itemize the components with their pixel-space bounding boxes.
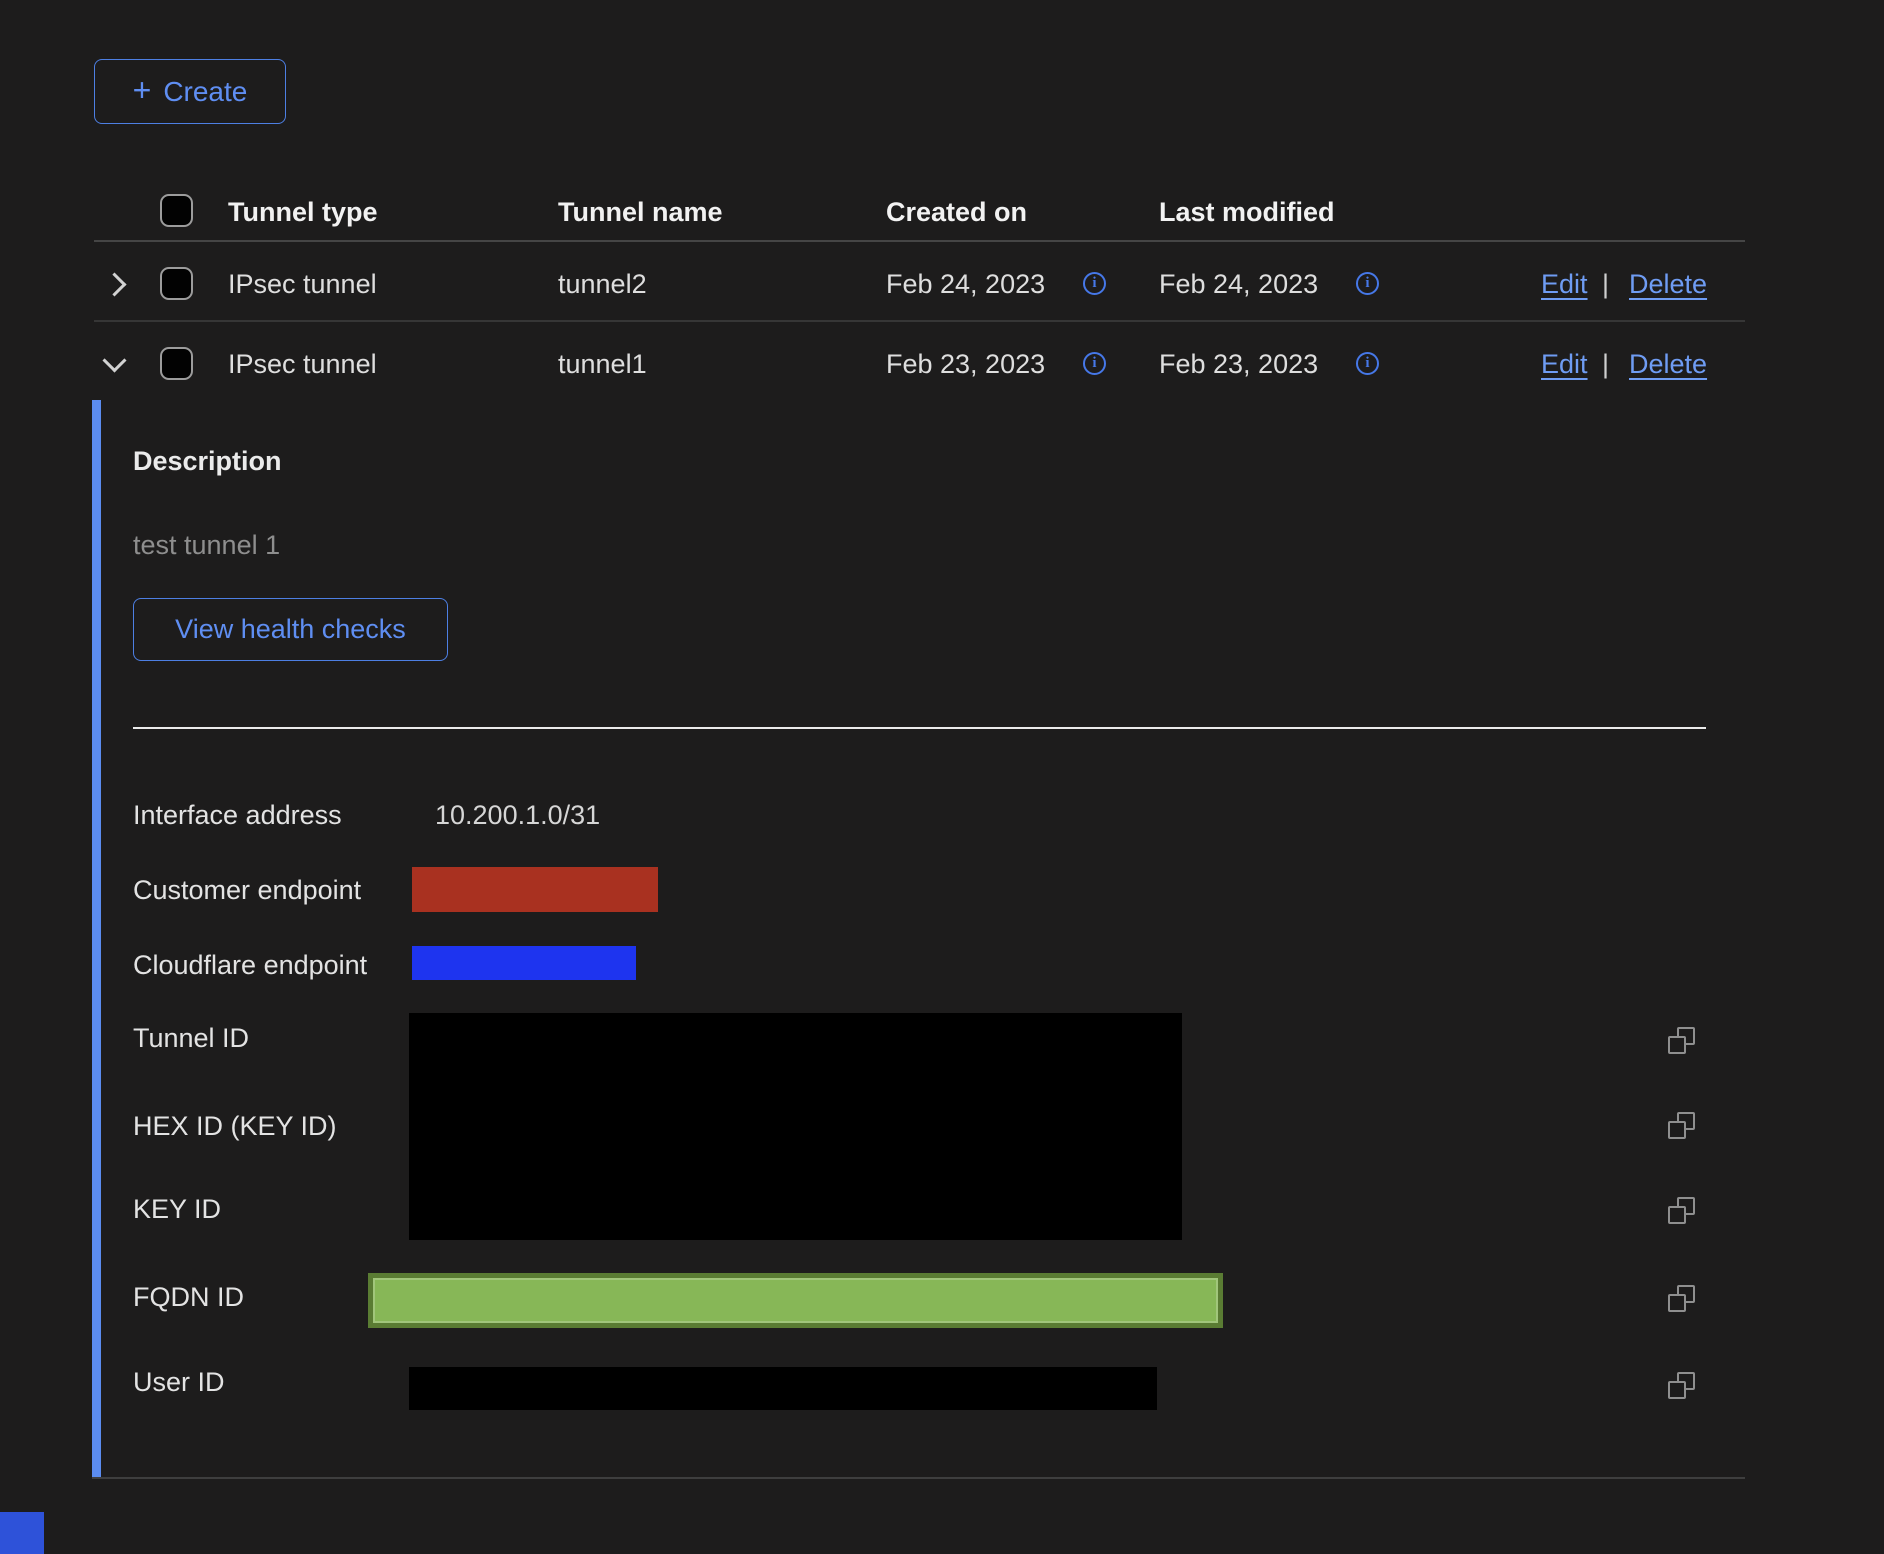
header-divider — [94, 240, 1745, 242]
last-modified-cell: Feb 23, 2023 — [1159, 347, 1318, 381]
description-value: test tunnel 1 — [133, 528, 280, 562]
create-button-label: Create — [163, 76, 247, 108]
info-icon[interactable]: i — [1356, 272, 1379, 295]
link-separator: | — [1602, 267, 1609, 301]
interface-address-value: 10.200.1.0/31 — [435, 798, 600, 832]
create-button[interactable]: + Create — [94, 59, 286, 124]
edit-link[interactable]: Edit — [1541, 267, 1588, 301]
delete-link[interactable]: Delete — [1629, 347, 1707, 381]
created-on-cell: Feb 24, 2023 — [886, 267, 1045, 301]
interface-address-label: Interface address — [133, 798, 342, 832]
copy-icon[interactable] — [1668, 1372, 1695, 1399]
column-header-created-on: Created on — [886, 195, 1027, 229]
customer-endpoint-redaction — [412, 867, 658, 912]
chevron-down-icon[interactable] — [102, 348, 126, 372]
column-header-last-modified: Last modified — [1159, 195, 1335, 229]
info-icon[interactable]: i — [1083, 272, 1106, 295]
row-checkbox[interactable] — [160, 347, 193, 380]
last-modified-cell: Feb 24, 2023 — [1159, 267, 1318, 301]
tunnel-name-cell: tunnel1 — [558, 347, 647, 381]
row-accent-bar — [92, 400, 101, 1478]
link-separator: | — [1602, 347, 1609, 381]
tunnel-type-cell: IPsec tunnel — [228, 267, 377, 301]
row-checkbox[interactable] — [160, 267, 193, 300]
view-health-checks-button[interactable]: View health checks — [133, 598, 448, 661]
description-label: Description — [133, 444, 282, 478]
fqdn-id-redaction — [368, 1273, 1223, 1328]
copy-icon[interactable] — [1668, 1112, 1695, 1139]
hex-id-label: HEX ID (KEY ID) — [133, 1109, 337, 1143]
select-all-checkbox[interactable] — [160, 194, 193, 227]
ids-redaction-block — [409, 1013, 1182, 1240]
delete-link[interactable]: Delete — [1629, 267, 1707, 301]
chevron-right-icon[interactable] — [102, 272, 126, 296]
customer-endpoint-label: Customer endpoint — [133, 873, 361, 907]
edit-link[interactable]: Edit — [1541, 347, 1588, 381]
tunnel-id-label: Tunnel ID — [133, 1021, 249, 1055]
info-icon[interactable]: i — [1356, 352, 1379, 375]
copy-icon[interactable] — [1668, 1197, 1695, 1224]
key-id-label: KEY ID — [133, 1192, 221, 1226]
created-on-cell: Feb 23, 2023 — [886, 347, 1045, 381]
tunnel-name-cell: tunnel2 — [558, 267, 647, 301]
tunnel-type-cell: IPsec tunnel — [228, 347, 377, 381]
row-divider — [94, 320, 1745, 322]
copy-icon[interactable] — [1668, 1285, 1695, 1312]
fqdn-id-label: FQDN ID — [133, 1280, 244, 1314]
section-divider — [133, 727, 1706, 729]
panel-bottom-divider — [92, 1477, 1745, 1479]
column-header-tunnel-type: Tunnel type — [228, 195, 378, 229]
copy-icon[interactable] — [1668, 1027, 1695, 1054]
user-id-label: User ID — [133, 1365, 225, 1399]
bottom-left-blue-square — [0, 1512, 44, 1554]
user-id-redaction — [409, 1367, 1157, 1410]
info-icon[interactable]: i — [1083, 352, 1106, 375]
cloudflare-endpoint-redaction — [412, 946, 636, 980]
plus-icon: + — [133, 74, 152, 106]
cloudflare-endpoint-label: Cloudflare endpoint — [133, 948, 367, 982]
column-header-tunnel-name: Tunnel name — [558, 195, 723, 229]
